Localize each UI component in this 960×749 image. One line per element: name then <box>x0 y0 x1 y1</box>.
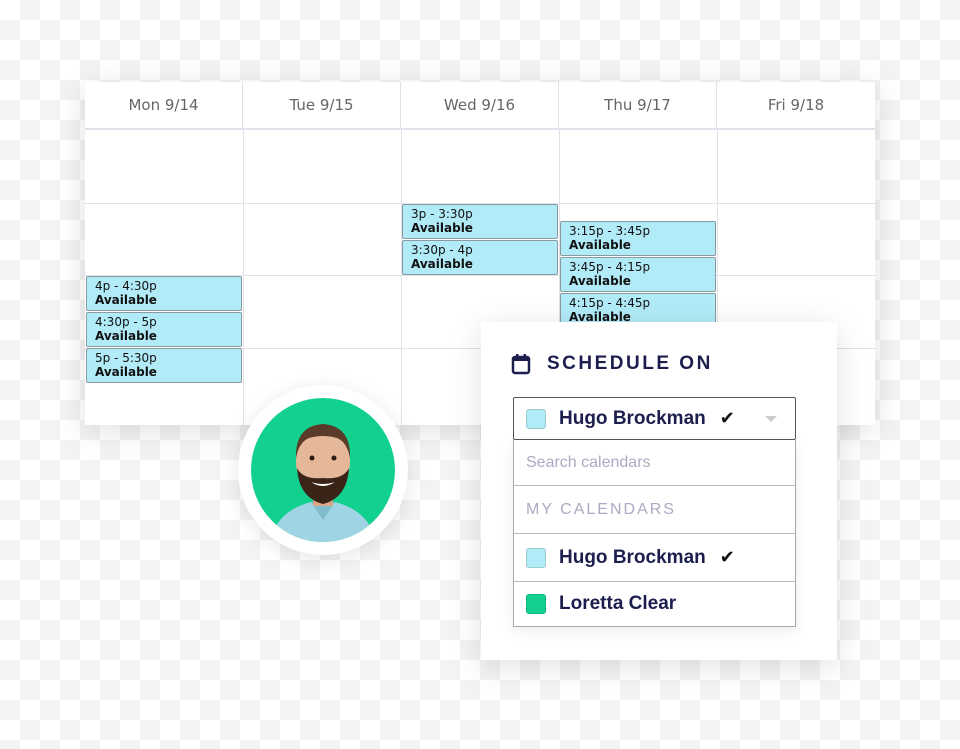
time-slot[interactable]: 4:30p - 5p Available <box>86 312 242 347</box>
selected-calendar-name: Hugo Brockman <box>559 407 706 429</box>
calendar-icon <box>511 354 531 375</box>
calendar-option-name: Hugo Brockman <box>559 546 706 568</box>
calendar-color-swatch <box>526 594 546 614</box>
search-row <box>514 440 795 486</box>
calendar-option-loretta[interactable]: Loretta Clear <box>514 582 795 626</box>
slot-status: Available <box>569 274 631 288</box>
slot-status: Available <box>95 365 157 379</box>
search-calendars-input[interactable] <box>526 440 795 485</box>
calendar-dropdown-list: MY CALENDARS Hugo Brockman ✔ Loretta Cle… <box>513 440 796 627</box>
slot-time: 5p - 5:30p <box>95 351 157 365</box>
calendar-color-swatch <box>526 547 546 568</box>
person-icon <box>273 424 373 542</box>
time-slot[interactable]: 5p - 5:30p Available <box>86 348 242 383</box>
slot-time: 3p - 3:30p <box>411 207 473 221</box>
checkmark-icon: ✔ <box>719 408 735 428</box>
calendar-option-name: Loretta Clear <box>559 593 677 614</box>
panel-title: SCHEDULE ON <box>511 353 713 375</box>
avatar-photo <box>251 398 395 542</box>
slot-status: Available <box>411 257 473 271</box>
time-slot[interactable]: 3p - 3:30p Available <box>402 204 558 239</box>
calendar-select[interactable]: Hugo Brockman ✔ <box>513 397 796 440</box>
slot-time: 3:15p - 3:45p <box>569 224 651 238</box>
chevron-down-icon[interactable] <box>765 416 777 422</box>
slot-time: 4:15p - 4:45p <box>569 296 651 310</box>
slot-status: Available <box>95 293 157 307</box>
day-header-thu: Thu 9/17 <box>559 82 717 130</box>
checkmark-icon: ✔ <box>719 547 735 567</box>
time-slot[interactable]: 3:30p - 4p Available <box>402 240 558 275</box>
calendar-option-hugo[interactable]: Hugo Brockman ✔ <box>514 534 795 582</box>
grid-line <box>243 130 244 425</box>
slot-status: Available <box>411 221 473 235</box>
panel-title-text: SCHEDULE ON <box>547 353 713 374</box>
time-slot[interactable]: 3:45p - 4:15p Available <box>560 257 716 292</box>
section-header: MY CALENDARS <box>514 486 795 534</box>
day-header-mon: Mon 9/14 <box>85 82 243 130</box>
time-slot[interactable]: 4p - 4:30p Available <box>86 276 242 311</box>
day-header-tue: Tue 9/15 <box>243 82 401 130</box>
calendar-color-swatch <box>526 408 546 429</box>
slot-time: 3:45p - 4:15p <box>569 260 651 274</box>
avatar <box>238 385 408 555</box>
day-header-wed: Wed 9/16 <box>401 82 559 130</box>
schedule-on-panel: SCHEDULE ON Hugo Brockman ✔ MY CALENDARS… <box>481 322 837 660</box>
slot-status: Available <box>569 238 631 252</box>
slot-time: 4p - 4:30p <box>95 279 157 293</box>
slot-status: Available <box>95 329 157 343</box>
slot-time: 3:30p - 4p <box>411 243 473 257</box>
grid-line <box>401 130 402 425</box>
slot-time: 4:30p - 5p <box>95 315 157 329</box>
time-slot[interactable]: 3:15p - 3:45p Available <box>560 221 716 256</box>
day-header-fri: Fri 9/18 <box>717 82 875 130</box>
